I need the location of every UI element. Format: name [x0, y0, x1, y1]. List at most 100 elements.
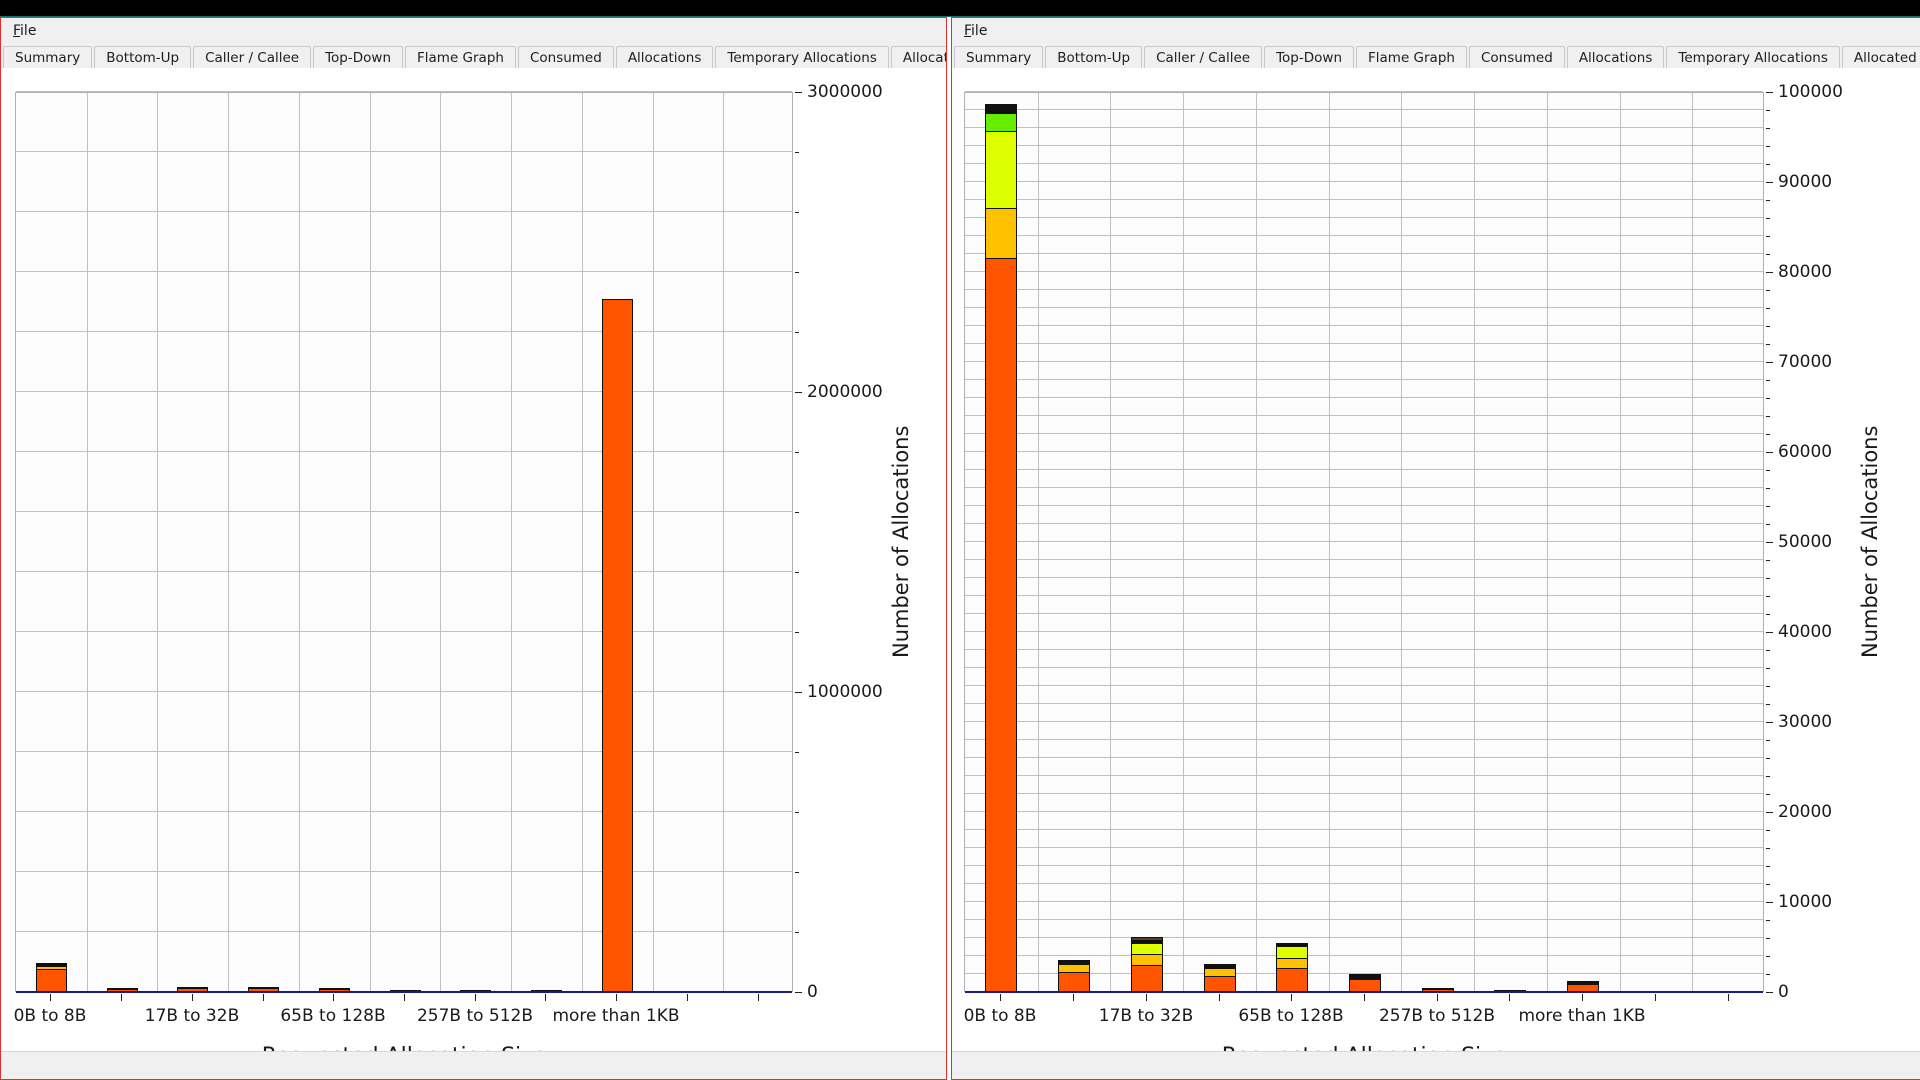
bar-segment-series-2[interactable] [1058, 964, 1090, 973]
bar-segment-series-1[interactable] [985, 258, 1017, 992]
y-tick-label: 1000000 [807, 682, 883, 702]
bar-segment-series-1[interactable] [1058, 972, 1090, 992]
gridline-horizontal [965, 523, 1763, 524]
y-tick-minor [1766, 254, 1770, 255]
bar-3[interactable] [1204, 964, 1236, 992]
gridline-vertical [1256, 93, 1257, 992]
bar-0[interactable] [36, 962, 67, 992]
gridline-vertical [582, 93, 583, 992]
heaptrack-window-right[interactable]: File Summary Bottom-Up Caller / Callee Top-… [951, 17, 1920, 1080]
gridline-horizontal [16, 631, 792, 632]
axis-baseline [16, 991, 792, 993]
tab-top-down[interactable]: Top-Down [313, 46, 403, 68]
gridline-horizontal [16, 211, 792, 212]
gridline-vertical [1620, 93, 1621, 992]
x-tick-label: 17B to 32B [144, 1006, 240, 1026]
bar-segment-series-5[interactable] [985, 103, 1017, 113]
bar-segment-series-3[interactable] [985, 130, 1017, 208]
y-tick-major [1766, 632, 1773, 633]
gridline-horizontal [16, 871, 792, 872]
gridline-vertical [723, 93, 724, 992]
bar-segment-series-3[interactable] [1276, 946, 1308, 958]
bar-segment-series-4[interactable] [985, 112, 1017, 131]
gridline-vertical [440, 93, 441, 992]
bar-5[interactable] [1349, 974, 1381, 992]
bar-segment-series-1[interactable] [1276, 967, 1308, 992]
bar-0[interactable] [985, 103, 1017, 992]
tab-allocated[interactable]: Allocated [1841, 46, 1920, 68]
menu-file[interactable]: File [11, 21, 42, 41]
bar-8[interactable] [602, 299, 633, 992]
bar-2[interactable] [1131, 937, 1163, 992]
gridline-vertical [653, 93, 654, 992]
bar-segment-series-2[interactable] [1131, 954, 1163, 966]
bar-segment-series-1[interactable] [1349, 978, 1381, 992]
menubar-right[interactable]: File [952, 18, 1920, 44]
tab-label: Allocations [1578, 49, 1653, 66]
gridline-horizontal [16, 451, 792, 452]
menubar-left[interactable]: File [1, 18, 946, 44]
tab-consumed[interactable]: Consumed [1468, 46, 1565, 68]
plot-area: 0 1000000 2000000 3000000 Number of Allocati… [1, 70, 946, 1069]
tab-top-down[interactable]: Top-Down [1264, 46, 1354, 68]
bar-segment-series-2[interactable] [985, 207, 1017, 259]
y-tick-major [1766, 992, 1773, 993]
y-tick-minor [1766, 578, 1770, 579]
bar-segment-series-1[interactable] [1204, 975, 1236, 992]
gridline-horizontal [965, 595, 1763, 596]
tabbar-right[interactable]: Summary Bottom-Up Caller / Callee Top-Down F… [952, 44, 1920, 69]
bar-segment-series-1[interactable] [36, 968, 67, 992]
sizes-chart-left: 0 1000000 2000000 3000000 Number of Allocati… [1, 70, 946, 1069]
gridline-horizontal [16, 751, 792, 752]
y-tick-label: 50000 [1778, 532, 1833, 552]
bar-segment-series-3[interactable] [1131, 942, 1163, 955]
bar-4[interactable] [1276, 942, 1308, 992]
tab-allocated[interactable]: Allocated [890, 46, 946, 68]
tab-flame-graph[interactable]: Flame Graph [405, 46, 516, 68]
y-tick-minor [1766, 236, 1770, 237]
tab-label: Allocations [627, 49, 702, 66]
tab-bottom-up[interactable]: Bottom-Up [1045, 46, 1143, 68]
heaptrack-window-left[interactable]: File Summary Bottom-Up Caller / Callee Top-… [0, 17, 947, 1080]
y-tick-label: 0 [1778, 982, 1789, 1002]
tab-label: Allocated [902, 49, 946, 66]
tab-caller-callee[interactable]: Caller / Callee [1144, 46, 1263, 68]
x-tick [121, 994, 122, 1001]
tabbar-left[interactable]: Summary Bottom-Up Caller / Callee Top-Down F… [1, 44, 946, 69]
tab-label: Summary [15, 49, 81, 66]
gridline-horizontal [16, 391, 792, 392]
bar-1[interactable] [1058, 959, 1090, 992]
bar-segment-series-2[interactable] [1276, 957, 1308, 968]
tab-summary[interactable]: Summary [3, 46, 93, 68]
tab-consumed[interactable]: Consumed [517, 46, 614, 68]
bar-segment-series-1[interactable] [1131, 965, 1163, 992]
y-tick-label: 3000000 [807, 82, 883, 102]
tab-temporary-allocations[interactable]: Temporary Allocations [715, 46, 889, 68]
gridline-horizontal [965, 883, 1763, 884]
tab-summary[interactable]: Summary [954, 46, 1044, 68]
tab-flame-graph[interactable]: Flame Graph [1356, 46, 1467, 68]
gridline-vertical [157, 93, 158, 992]
tab-bottom-up[interactable]: Bottom-Up [94, 46, 192, 68]
y-tick-minor [1766, 920, 1770, 921]
tab-caller-callee[interactable]: Caller / Callee [193, 46, 312, 68]
gridline-horizontal [965, 757, 1763, 758]
menu-file[interactable]: File [962, 21, 993, 41]
x-tick [1509, 994, 1510, 1001]
y-tick-label: 10000 [1778, 892, 1833, 912]
y-tick-label: 2000000 [807, 382, 883, 402]
tab-allocations[interactable]: Allocations [1566, 46, 1665, 68]
tab-temporary-allocations[interactable]: Temporary Allocations [1666, 46, 1840, 68]
tab-allocations[interactable]: Allocations [615, 46, 714, 68]
y-tick-minor [1766, 740, 1770, 741]
y-tick-minor [1766, 146, 1770, 147]
tab-label: Caller / Callee [205, 49, 300, 66]
gridline-horizontal [965, 199, 1763, 200]
bar-segment-series-2[interactable] [1204, 967, 1236, 976]
bar-segment-series-1[interactable] [602, 299, 633, 992]
y-tick-minor [1766, 110, 1770, 111]
y-tick-major [1766, 362, 1773, 363]
y-tick-minor [1766, 524, 1770, 525]
y-tick-minor [1766, 650, 1770, 651]
y-tick-minor [1766, 218, 1770, 219]
